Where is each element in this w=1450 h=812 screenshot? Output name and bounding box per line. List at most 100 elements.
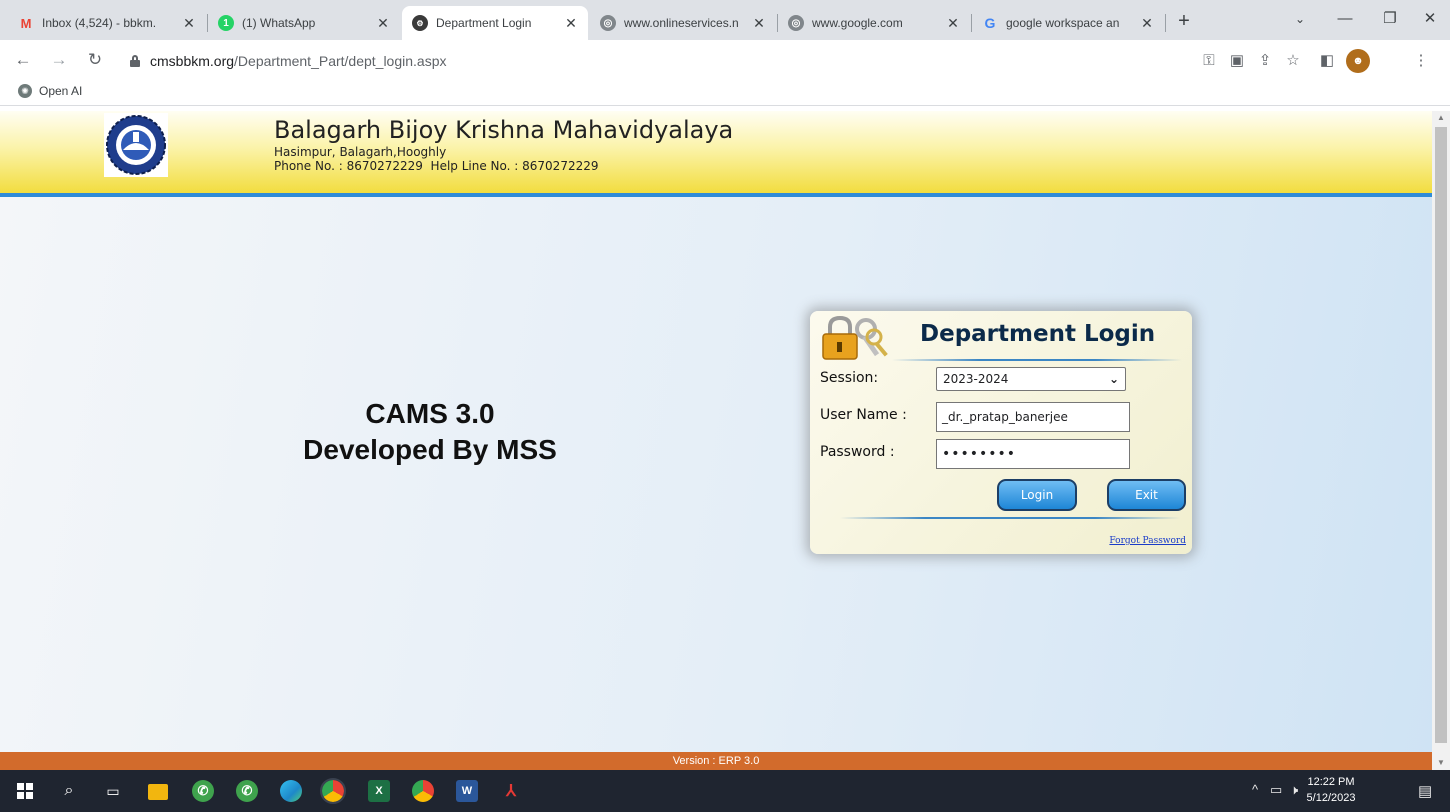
divider bbox=[840, 517, 1180, 519]
tab-title: google workspace an bbox=[1006, 16, 1120, 30]
college-seal-icon bbox=[106, 115, 166, 175]
tab-search-icon[interactable]: ⌄ bbox=[1280, 8, 1320, 32]
tab-google-workspace[interactable]: G google workspace an ✕ bbox=[972, 6, 1164, 40]
word-icon[interactable]: W bbox=[456, 780, 478, 802]
cams-banner: CAMS 3.0 Developed By MSS bbox=[230, 396, 630, 468]
password-label: Password : bbox=[820, 444, 895, 460]
version-text: Version : ERP 3.0 bbox=[672, 755, 760, 767]
close-tab-icon[interactable]: ✕ bbox=[946, 15, 960, 32]
login-panel: Department Login Session: 2023-2024 ⌄ Us… bbox=[810, 311, 1192, 554]
divider bbox=[892, 359, 1182, 361]
globe-icon: ◎ bbox=[600, 15, 616, 31]
forward-icon[interactable]: → bbox=[48, 50, 70, 72]
notification-icon[interactable]: ▤ bbox=[1418, 782, 1432, 800]
back-icon[interactable]: ← bbox=[12, 50, 34, 72]
windows-start-icon[interactable] bbox=[14, 780, 36, 802]
exit-button[interactable]: Exit bbox=[1107, 479, 1186, 511]
college-address: Hasimpur, Balagarh,Hooghly bbox=[274, 145, 447, 159]
acrobat-icon[interactable]: ⅄ bbox=[500, 780, 522, 802]
close-tab-icon[interactable]: ✕ bbox=[182, 15, 196, 32]
browser-toolbar: ← → ↻ cmsbbkm.org/Department_Part/dept_l… bbox=[0, 40, 1450, 80]
session-select[interactable]: 2023-2024 ⌄ bbox=[936, 367, 1126, 391]
profile-avatar-icon[interactable]: ☻ bbox=[1346, 49, 1370, 73]
tray-chevron-icon[interactable]: ^ bbox=[1252, 782, 1258, 797]
college-name: Balagarh Bijoy Krishna Mahavidyalaya bbox=[274, 116, 734, 144]
tab-department-login[interactable]: ⚙ Department Login ✕ bbox=[402, 6, 588, 40]
padlock-keys-icon bbox=[822, 315, 888, 360]
site-header: Balagarh Bijoy Krishna Mahavidyalaya Has… bbox=[0, 111, 1432, 197]
windows-taskbar: ⌕ ▭ ✆ ✆ X W ⅄ ^ ▭ 🕨 12:22 PM 5/12/2023 ▤ bbox=[0, 770, 1450, 812]
tab-google[interactable]: ◎ www.google.com ✕ bbox=[778, 6, 970, 40]
close-tab-icon[interactable]: ✕ bbox=[752, 15, 766, 32]
reload-icon[interactable]: ↻ bbox=[84, 50, 106, 72]
minimize-icon[interactable]: — bbox=[1325, 8, 1365, 32]
tab-onlineservices[interactable]: ◎ www.onlineservices.n ✕ bbox=[590, 6, 776, 40]
tab-gmail[interactable]: M Inbox (4,524) - bbkm. ✕ bbox=[8, 6, 206, 40]
bookmark-openai[interactable]: ✺ Open AI bbox=[18, 84, 82, 98]
tab-title: (1) WhatsApp bbox=[242, 16, 316, 30]
chrome-profile-icon[interactable] bbox=[412, 780, 434, 802]
tab-title: Inbox (4,524) - bbkm. bbox=[42, 16, 157, 30]
bookmark-label: Open AI bbox=[39, 84, 83, 98]
share-icon[interactable]: ⇪ bbox=[1256, 52, 1274, 70]
version-footer: Version : ERP 3.0 bbox=[0, 752, 1432, 770]
system-clock[interactable]: 12:22 PM 5/12/2023 bbox=[1296, 774, 1366, 806]
close-tab-icon[interactable]: ✕ bbox=[376, 15, 390, 32]
search-icon[interactable]: ⌕ bbox=[58, 780, 80, 802]
network-icon[interactable]: ▭ bbox=[1270, 782, 1282, 798]
new-tab-button[interactable]: + bbox=[1170, 8, 1198, 36]
scroll-up-icon[interactable]: ▲ bbox=[1432, 111, 1450, 125]
tab-separator bbox=[1165, 14, 1166, 32]
tab-whatsapp[interactable]: 1 (1) WhatsApp ✕ bbox=[208, 6, 400, 40]
url-path: /Department_Part/dept_login.aspx bbox=[234, 53, 447, 69]
bookmark-star-icon[interactable]: ☆ bbox=[1284, 52, 1302, 70]
login-button[interactable]: Login bbox=[997, 479, 1077, 511]
menu-icon[interactable]: ⋮ bbox=[1412, 52, 1430, 70]
scroll-thumb[interactable] bbox=[1435, 127, 1447, 743]
college-phone: Phone No. : 8670272229 Help Line No. : 8… bbox=[274, 159, 599, 173]
bookmarks-bar: ✺ Open AI bbox=[0, 80, 1450, 106]
cams-title: CAMS 3.0 bbox=[365, 398, 495, 429]
restore-icon[interactable]: ❐ bbox=[1370, 8, 1410, 32]
cams-developer: Developed By MSS bbox=[303, 434, 557, 465]
password-value: •••••••• bbox=[942, 446, 1017, 462]
whatsapp-business-icon[interactable]: ✆ bbox=[236, 780, 258, 802]
username-input[interactable]: _dr._pratap_banerjee bbox=[936, 402, 1130, 432]
openai-icon: ✺ bbox=[18, 84, 32, 98]
session-label: Session: bbox=[820, 370, 879, 386]
close-tab-icon[interactable]: ✕ bbox=[564, 15, 578, 32]
url-host: cmsbbkm.org bbox=[150, 53, 235, 69]
college-seal-icon: ⚙ bbox=[412, 15, 428, 31]
globe-icon: ◎ bbox=[788, 15, 804, 31]
key-icon[interactable]: ⚿ bbox=[1200, 52, 1218, 70]
side-panel-icon[interactable]: ◧ bbox=[1318, 52, 1336, 70]
excel-icon[interactable]: X bbox=[368, 780, 390, 802]
whatsapp-icon: 1 bbox=[218, 15, 234, 31]
close-tab-icon[interactable]: ✕ bbox=[1140, 15, 1154, 32]
address-bar[interactable]: cmsbbkm.org/Department_Part/dept_login.a… bbox=[118, 46, 1128, 76]
tab-title: www.google.com bbox=[812, 16, 903, 30]
page-scrollbar[interactable]: ▲ ▼ bbox=[1432, 111, 1450, 770]
tab-title: Department Login bbox=[436, 16, 532, 30]
file-explorer-icon[interactable] bbox=[148, 784, 168, 800]
browser-tab-strip: M Inbox (4,524) - bbkm. ✕ 1 (1) WhatsApp… bbox=[0, 0, 1450, 40]
login-title: Department Login bbox=[920, 321, 1156, 347]
password-input[interactable]: •••••••• bbox=[936, 439, 1130, 469]
username-label: User Name : bbox=[820, 407, 907, 423]
chevron-down-icon: ⌄ bbox=[1108, 372, 1119, 386]
college-logo bbox=[104, 113, 168, 177]
chrome-icon[interactable] bbox=[320, 778, 346, 804]
close-window-icon[interactable]: ✕ bbox=[1410, 8, 1450, 32]
lock-icon bbox=[130, 55, 140, 67]
session-value: 2023-2024 bbox=[943, 372, 1009, 386]
whatsapp-icon[interactable]: ✆ bbox=[192, 780, 214, 802]
translate-icon[interactable]: ▣ bbox=[1228, 52, 1246, 70]
scroll-down-icon[interactable]: ▼ bbox=[1432, 756, 1450, 770]
username-value: _dr._pratap_banerjee bbox=[942, 410, 1068, 424]
forgot-password-link[interactable]: Forgot Password bbox=[1109, 536, 1186, 546]
task-view-icon[interactable]: ▭ bbox=[102, 780, 124, 802]
gmail-icon: M bbox=[20, 15, 32, 31]
clock-date: 5/12/2023 bbox=[1306, 792, 1356, 804]
edge-icon[interactable] bbox=[280, 780, 302, 802]
page-viewport: Balagarh Bijoy Krishna Mahavidyalaya Has… bbox=[0, 111, 1432, 763]
